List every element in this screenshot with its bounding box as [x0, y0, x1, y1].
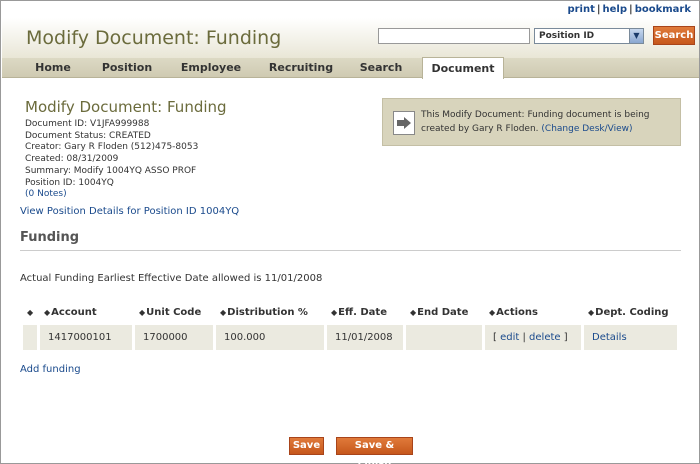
bracket-open: [: [493, 332, 497, 343]
column-header-dept-coding[interactable]: ◆Dept. Coding: [584, 301, 677, 323]
tab-recruiting[interactable]: Recruiting: [264, 58, 338, 78]
column-header-unit-code[interactable]: ◆Unit Code: [135, 301, 213, 323]
sort-icon: ◆: [410, 307, 417, 317]
section-title: Funding: [20, 230, 80, 245]
document-position-id: Position ID: 1004YQ: [25, 177, 114, 188]
funding-table: ◆ ◆Account ◆Unit Code ◆Distribution % ◆E…: [20, 299, 680, 352]
bookmark-link[interactable]: bookmark: [635, 4, 691, 15]
app-window: print | help | bookmark Modify Document: Fun…: [0, 0, 700, 464]
save-button[interactable]: Save: [289, 437, 324, 455]
delete-link[interactable]: delete: [529, 332, 561, 343]
edit-link[interactable]: edit: [500, 332, 519, 343]
notice-box: This Modify Document: Funding document i…: [382, 98, 681, 146]
actions-cell: [ edit | delete ]: [485, 325, 581, 350]
document-arrow-icon: [393, 111, 415, 135]
column-header-eff-date[interactable]: ◆Eff. Date: [327, 301, 403, 323]
distribution-cell: 100.000: [216, 325, 324, 350]
tab-position[interactable]: Position: [94, 58, 160, 78]
search-button[interactable]: Search: [653, 26, 695, 45]
document-created: Created: 08/31/2009: [25, 154, 119, 165]
tab-bar: Home Position Employee Recruiting Search…: [2, 57, 699, 79]
column-header-select[interactable]: ◆: [23, 301, 37, 323]
table-header-row: ◆ ◆Account ◆Unit Code ◆Distribution % ◆E…: [23, 301, 677, 323]
sort-icon: ◆: [588, 307, 595, 317]
end-date-cell: [406, 325, 482, 350]
tab-search[interactable]: Search: [350, 58, 412, 78]
document-title: Modify Document: Funding: [25, 98, 227, 116]
header-bar: Modify Document: Funding Position ID ▼ S…: [2, 18, 699, 58]
tab-document[interactable]: Document: [422, 57, 504, 79]
column-header-actions[interactable]: ◆Actions: [485, 301, 581, 323]
table-row: 1417000101 1700000 100.000 11/01/2008 [ …: [23, 325, 677, 350]
action-separator: |: [522, 332, 526, 343]
change-desk-link[interactable]: (Change Desk/View): [541, 124, 632, 134]
column-header-distribution[interactable]: ◆Distribution %: [216, 301, 324, 323]
search-type-value: Position ID: [539, 31, 595, 41]
row-select-cell[interactable]: [23, 325, 37, 350]
document-creator: Creator: Gary R Floden (512)475-8053: [25, 142, 199, 153]
utility-links: print | help | bookmark: [567, 4, 691, 15]
add-funding-link[interactable]: Add funding: [20, 364, 81, 375]
sort-icon: ◆: [220, 307, 227, 317]
tab-home[interactable]: Home: [20, 58, 86, 78]
column-header-end-date[interactable]: ◆End Date: [406, 301, 482, 323]
eff-date-cell: 11/01/2008: [327, 325, 403, 350]
help-link[interactable]: help: [603, 4, 628, 15]
document-id: Document ID: V1JFA999988: [25, 119, 150, 129]
page-title: Modify Document: Funding: [26, 27, 282, 49]
sort-icon: ◆: [331, 307, 338, 317]
account-cell: 1417000101: [40, 325, 132, 350]
notice-text: This Modify Document: Funding document i…: [421, 108, 676, 136]
save-finish-button[interactable]: Save & Finish: [336, 437, 413, 464]
sort-icon: ◆: [139, 307, 146, 317]
dept-coding-cell: Details: [584, 325, 677, 350]
sort-icon: ◆: [489, 307, 496, 317]
document-meta: Document ID: V1JFA999988 Document Status…: [25, 119, 198, 201]
notes-link[interactable]: (0 Notes): [25, 189, 67, 199]
print-link[interactable]: print: [567, 4, 594, 15]
tab-employee[interactable]: Employee: [174, 58, 248, 78]
document-summary: Summary: Modify 1004YQ ASSO PROF: [25, 165, 197, 176]
view-position-link[interactable]: View Position Details for Position ID 10…: [20, 206, 239, 217]
document-status: Document Status: CREATED: [25, 130, 151, 141]
sort-icon: ◆: [27, 307, 34, 317]
earliest-date-text: Actual Funding Earliest Effective Date a…: [20, 273, 323, 284]
util-separator: |: [629, 4, 633, 15]
search-input[interactable]: [378, 28, 530, 44]
bracket-close: ]: [563, 332, 568, 343]
column-header-account[interactable]: ◆Account: [40, 301, 132, 323]
unit-code-cell: 1700000: [135, 325, 213, 350]
search-type-select[interactable]: Position ID ▼: [534, 28, 644, 44]
details-link[interactable]: Details: [592, 332, 627, 343]
util-separator: |: [596, 4, 601, 15]
chevron-down-icon[interactable]: ▼: [629, 29, 643, 43]
section-divider: [20, 250, 681, 251]
sort-icon: ◆: [44, 307, 51, 317]
